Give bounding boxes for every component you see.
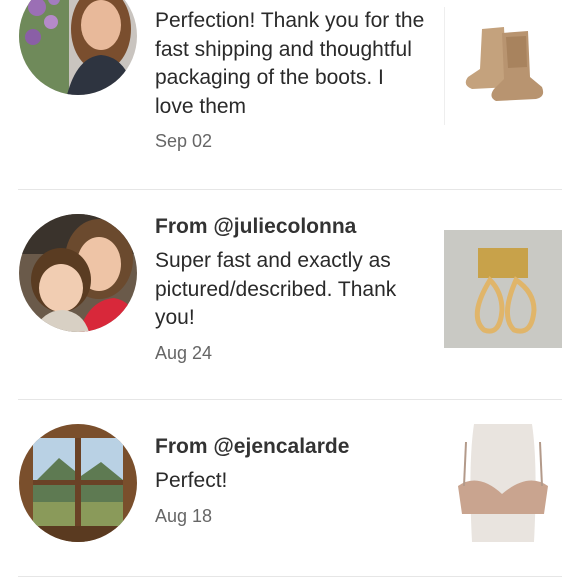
reviewer-handle[interactable]: From @ejencalarde (155, 433, 427, 461)
review-message: Perfection! Thank you for the fast shipp… (155, 9, 425, 118)
review-item[interactable]: From @juliecolonna Super fast and exactl… (0, 190, 580, 400)
reviewer-handle[interactable]: From @juliecolonna (155, 213, 427, 241)
review-text: Perfection! Thank you for the fast shipp… (155, 7, 427, 152)
review-item[interactable]: Perfection! Thank you for the fast shipp… (0, 0, 580, 190)
review-item[interactable]: From @ejencalarde Perfect! Aug 18 (0, 400, 580, 580)
reviewer-avatar[interactable] (19, 214, 137, 332)
review-date: Aug 24 (155, 342, 213, 363)
cowboy-boots-thumbnail-icon (444, 7, 562, 125)
review-date: Aug 18 (155, 505, 213, 526)
woman-with-flowers-avatar-icon (19, 0, 137, 95)
item-thumbnail[interactable] (444, 424, 562, 542)
review-text: From @ejencalarde Perfect! Aug 18 (155, 433, 427, 527)
review-message: Super fast and exactly as pictured/descr… (155, 249, 397, 329)
nude-strapless-bra-thumbnail-icon (444, 424, 562, 542)
item-thumbnail[interactable] (444, 7, 562, 125)
reviewer-avatar[interactable] (19, 0, 137, 95)
divider (18, 576, 562, 577)
item-thumbnail[interactable] (444, 230, 562, 348)
review-text: From @juliecolonna Super fast and exactl… (155, 213, 427, 364)
gold-teardrop-earrings-thumbnail-icon (444, 230, 562, 348)
reviewer-avatar[interactable] (19, 424, 137, 542)
review-message: Perfect! (155, 469, 228, 492)
mother-and-child-avatar-icon (19, 214, 137, 332)
window-mountain-view-avatar-icon (19, 424, 137, 542)
review-date: Sep 02 (155, 131, 213, 151)
